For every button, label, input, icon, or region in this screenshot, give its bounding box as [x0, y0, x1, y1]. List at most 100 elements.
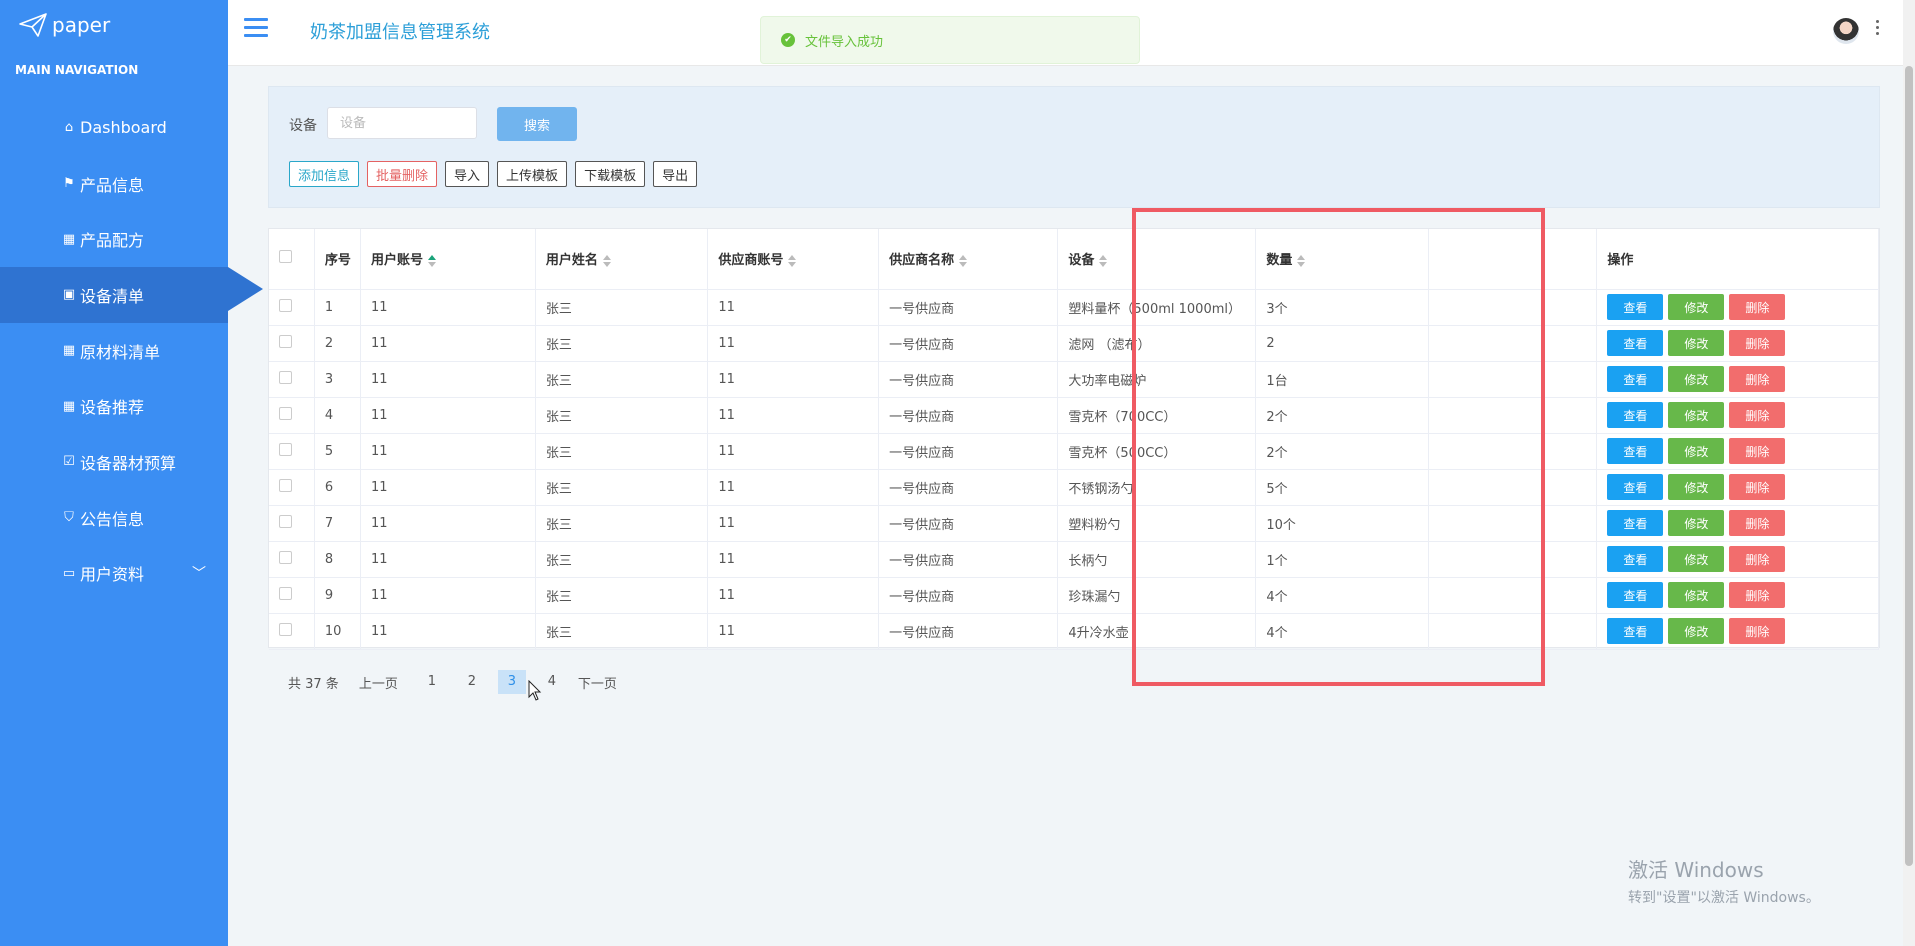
edit-button[interactable]: 修改: [1668, 582, 1725, 608]
delete-button[interactable]: 删除: [1729, 582, 1786, 608]
row-checkbox[interactable]: [279, 406, 292, 420]
cell-account: 11: [360, 289, 536, 326]
scrollbar-thumb[interactable]: [1905, 66, 1913, 866]
cell-empty: [1428, 541, 1598, 578]
more-vertical-icon[interactable]: [1876, 20, 1882, 38]
prev-page-button[interactable]: 上一页: [359, 673, 398, 692]
view-button[interactable]: 查看: [1607, 546, 1664, 572]
row-checkbox[interactable]: [279, 298, 292, 312]
page-4[interactable]: 4: [538, 670, 566, 694]
sidebar-item-device-recommend[interactable]: ▦ 设备推荐: [0, 378, 228, 434]
delete-button[interactable]: 删除: [1729, 366, 1786, 392]
cell-ops: 查看 修改 删除: [1596, 469, 1879, 506]
row-checkbox[interactable]: [279, 586, 292, 600]
sidebar-item-announcements[interactable]: ⛉ 公告信息: [0, 490, 228, 546]
edit-button[interactable]: 修改: [1668, 474, 1725, 500]
sort-icon[interactable]: [602, 254, 611, 267]
sort-icon[interactable]: [1099, 254, 1108, 267]
col-device-label: 设备: [1068, 253, 1095, 269]
view-button[interactable]: 查看: [1607, 510, 1664, 536]
page-scrollbar[interactable]: [1903, 0, 1915, 946]
sort-icon[interactable]: [427, 254, 436, 267]
page-3-current[interactable]: 3: [497, 670, 526, 694]
col-supplier-account-label: 供应商账号: [718, 253, 784, 269]
edit-button[interactable]: 修改: [1668, 294, 1725, 320]
cell-quantity: 4个: [1255, 613, 1430, 650]
delete-button[interactable]: 删除: [1729, 330, 1786, 356]
view-button[interactable]: 查看: [1607, 618, 1664, 644]
delete-button[interactable]: 删除: [1729, 546, 1786, 572]
avatar[interactable]: [1833, 18, 1859, 44]
delete-button[interactable]: 删除: [1729, 510, 1786, 536]
add-button[interactable]: 添加信息: [289, 161, 360, 187]
sidebar-item-device-list[interactable]: ▣ 设备清单: [0, 267, 263, 323]
row-checkbox[interactable]: [279, 478, 292, 492]
sidebar-item-product-recipe[interactable]: ▦ 产品配方: [0, 211, 228, 267]
menu-toggle-icon[interactable]: [244, 18, 268, 38]
delete-button[interactable]: 删除: [1729, 618, 1786, 644]
row-select-cell: [269, 361, 315, 398]
edit-button[interactable]: 修改: [1668, 366, 1725, 392]
view-button[interactable]: 查看: [1607, 330, 1664, 356]
cell-supplier-name: 一号供应商: [878, 433, 1059, 470]
view-button[interactable]: 查看: [1607, 402, 1664, 428]
delete-button[interactable]: 删除: [1729, 402, 1786, 428]
edit-button[interactable]: 修改: [1668, 402, 1725, 428]
sort-icon[interactable]: [959, 254, 968, 267]
delete-button[interactable]: 删除: [1729, 438, 1786, 464]
col-device[interactable]: 设备: [1057, 229, 1257, 290]
delete-button[interactable]: 删除: [1729, 474, 1786, 500]
row-checkbox[interactable]: [279, 334, 292, 348]
import-button[interactable]: 导入: [445, 161, 490, 187]
delete-button[interactable]: 删除: [1729, 294, 1786, 320]
upload-template-button[interactable]: 上传模板: [497, 161, 568, 187]
cell-account: 11: [360, 541, 536, 578]
sidebar-item-label: 设备清单: [80, 286, 145, 306]
download-template-button[interactable]: 下载模板: [575, 161, 646, 187]
view-button[interactable]: 查看: [1607, 294, 1664, 320]
row-checkbox[interactable]: [279, 550, 292, 564]
view-button[interactable]: 查看: [1607, 582, 1664, 608]
col-supplier-account[interactable]: 供应商账号: [707, 229, 880, 290]
col-name[interactable]: 用户姓名: [535, 229, 709, 290]
sidebar-item-product-info[interactable]: ⚑ 产品信息: [0, 156, 228, 212]
view-button[interactable]: 查看: [1607, 438, 1664, 464]
search-button[interactable]: 搜索: [497, 107, 577, 141]
batch-delete-button[interactable]: 批量删除: [367, 161, 438, 187]
cell-supplier-name: 一号供应商: [878, 613, 1059, 650]
row-checkbox[interactable]: [279, 514, 292, 528]
page-2[interactable]: 2: [458, 670, 486, 694]
edit-button[interactable]: 修改: [1668, 438, 1725, 464]
sidebar-item-user-profile[interactable]: ▭ 用户资料 ﹀: [0, 546, 228, 602]
sort-icon[interactable]: [1297, 254, 1306, 267]
col-quantity[interactable]: 数量: [1255, 229, 1430, 290]
view-button[interactable]: 查看: [1607, 366, 1664, 392]
col-supplier-name[interactable]: 供应商名称: [878, 229, 1059, 290]
sort-icon[interactable]: [788, 254, 797, 267]
cell-quantity: 1个: [1255, 541, 1430, 578]
sidebar-item-material-list[interactable]: ▦ 原材料清单: [0, 323, 228, 379]
edit-button[interactable]: 修改: [1668, 618, 1725, 644]
edit-button[interactable]: 修改: [1668, 330, 1725, 356]
edit-button[interactable]: 修改: [1668, 546, 1725, 572]
select-all-checkbox[interactable]: [279, 250, 292, 264]
sidebar-item-budget[interactable]: ☑ 设备器材预算: [0, 434, 228, 490]
col-account[interactable]: 用户账号: [360, 229, 536, 290]
edit-button[interactable]: 修改: [1668, 510, 1725, 536]
total-count: 共 37 条: [288, 676, 339, 692]
page-1[interactable]: 1: [418, 670, 446, 694]
next-page-button[interactable]: 下一页: [578, 673, 617, 692]
sidebar-item-dashboard[interactable]: ⌂ Dashboard: [0, 100, 228, 156]
logo[interactable]: paper: [18, 12, 110, 38]
search-input[interactable]: [327, 107, 477, 139]
view-button[interactable]: 查看: [1607, 474, 1664, 500]
cell-ops: 查看 修改 删除: [1596, 361, 1879, 398]
clipboard-icon: ▣: [62, 287, 76, 303]
export-button[interactable]: 导出: [653, 161, 698, 187]
row-checkbox[interactable]: [279, 442, 292, 456]
action-buttons: 添加信息 批量删除 导入 上传模板 下载模板 导出: [289, 161, 698, 187]
sidebar-item-label: 公告信息: [80, 509, 145, 529]
row-checkbox[interactable]: [279, 370, 292, 384]
watermark-line2: 转到"设置"以激活 Windows。: [1628, 890, 1820, 906]
row-checkbox[interactable]: [279, 622, 292, 636]
